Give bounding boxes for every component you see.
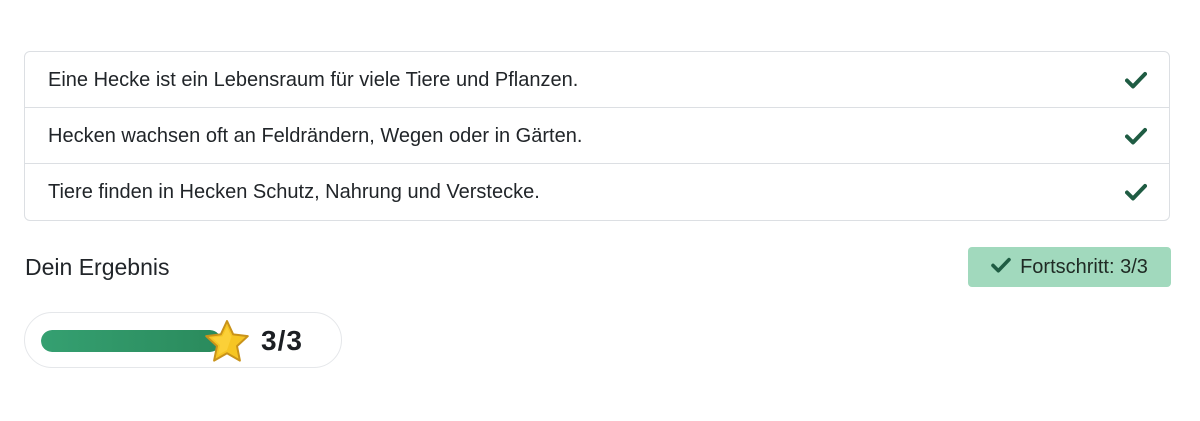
statement-list: Eine Hecke ist ein Lebensraum für viele … (24, 51, 1170, 221)
statement-row: Hecken wachsen oft an Feldrändern, Wegen… (25, 108, 1169, 164)
statement-text: Hecken wachsen oft an Feldrändern, Wegen… (48, 124, 583, 147)
check-icon (1125, 183, 1147, 201)
statement-row: Eine Hecke ist ein Lebensraum für viele … (25, 52, 1169, 108)
star-icon (203, 318, 251, 366)
check-icon (1125, 71, 1147, 89)
score-progress-bar (41, 330, 221, 352)
score-display: 3/3 (24, 312, 342, 368)
progress-badge-label: Fortschritt: 3/3 (1020, 255, 1148, 278)
progress-badge: Fortschritt: 3/3 (968, 247, 1171, 287)
check-icon (1125, 127, 1147, 145)
score-progress-fill (41, 330, 221, 352)
result-title: Dein Ergebnis (25, 254, 170, 280)
statement-row: Tiere finden in Hecken Schutz, Nahrung u… (25, 164, 1169, 220)
statement-text: Eine Hecke ist ein Lebensraum für viele … (48, 68, 579, 91)
statement-text: Tiere finden in Hecken Schutz, Nahrung u… (48, 181, 540, 203)
check-icon (991, 256, 1011, 279)
score-value: 3/3 (261, 325, 303, 356)
